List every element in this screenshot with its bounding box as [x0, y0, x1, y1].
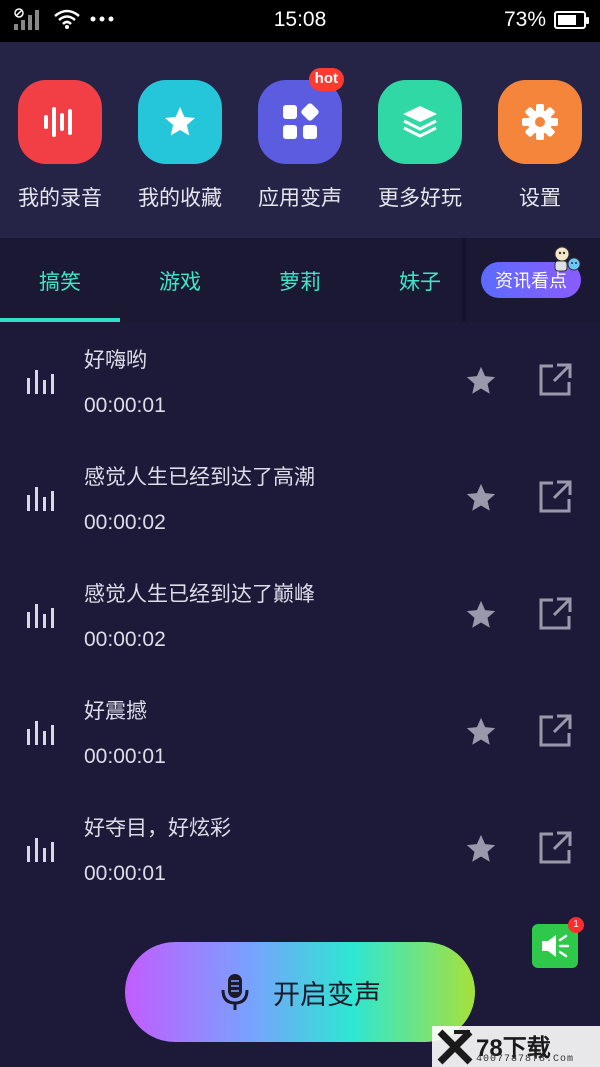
- favorite-star-icon[interactable]: [464, 598, 498, 632]
- audio-bars-icon: [27, 721, 54, 745]
- app-label: 我的收藏: [138, 186, 222, 210]
- share-icon[interactable]: [537, 479, 573, 515]
- audio-bars-icon: [27, 487, 54, 511]
- audio-bars-icon: [27, 370, 54, 394]
- share-icon[interactable]: [537, 830, 573, 866]
- app-label: 我的录音: [18, 186, 102, 210]
- app-tile[interactable]: [378, 80, 462, 164]
- app-tile[interactable]: hot: [258, 68, 344, 164]
- list-item[interactable]: 好嗨哟 00:00:01: [0, 322, 600, 439]
- star-icon: [165, 107, 195, 136]
- audio-bars-icon: [27, 838, 54, 862]
- recording-duration: 00:00:02: [84, 511, 166, 534]
- favorite-star-icon[interactable]: [464, 481, 498, 515]
- tab-funny[interactable]: 搞笑: [0, 266, 120, 296]
- recording-duration: 00:00:01: [84, 394, 166, 417]
- recording-duration: 00:00:01: [84, 745, 166, 768]
- share-icon[interactable]: [537, 713, 573, 749]
- app-my-favorites[interactable]: 我的收藏: [120, 80, 240, 212]
- feature-grid: 我的录音 我的收藏 hot 应用变声 更多好玩 设置: [0, 42, 600, 238]
- status-bar: 15:08 73%: [0, 0, 600, 42]
- notification-badge: 1: [568, 917, 584, 933]
- app-tile[interactable]: [18, 80, 102, 164]
- app-tile[interactable]: [138, 80, 222, 164]
- audio-bars-icon: [27, 604, 54, 628]
- recording-title: 好夺目，好炫彩: [84, 816, 231, 840]
- app-voice-changer[interactable]: hot 应用变声: [240, 68, 360, 212]
- mascot-icon: [554, 246, 581, 272]
- start-button-label: 开启变声: [273, 979, 381, 1011]
- speaker-button[interactable]: 1: [532, 917, 584, 968]
- recording-duration: 00:00:01: [84, 862, 166, 885]
- watermark-url: 4007787878.Com: [476, 1054, 575, 1065]
- list-item[interactable]: 好夺目，好炫彩 00:00:01: [0, 790, 600, 907]
- hot-badge: hot: [308, 68, 344, 91]
- recording-title: 好震撼: [84, 699, 147, 723]
- app-tile[interactable]: [498, 80, 582, 164]
- favorite-star-icon[interactable]: [464, 364, 498, 398]
- tab-loli[interactable]: 萝莉: [240, 266, 360, 296]
- watermark: 78下载 4007787878.Com: [432, 1026, 600, 1067]
- app-label: 应用变声: [258, 186, 342, 210]
- recording-title: 感觉人生已经到达了巅峰: [84, 582, 315, 606]
- category-tabs: 搞笑 游戏 萝莉 妹子 资讯看点: [0, 238, 600, 322]
- recording-title: 感觉人生已经到达了高潮: [84, 465, 315, 489]
- app-settings[interactable]: 设置: [480, 80, 600, 212]
- favorite-star-icon[interactable]: [464, 832, 498, 866]
- speaker-icon: [542, 934, 570, 958]
- battery-icon: [554, 11, 589, 29]
- list-item[interactable]: 感觉人生已经到达了巅峰 00:00:02: [0, 556, 600, 673]
- start-voice-change-button[interactable]: 开启变声: [125, 942, 475, 1042]
- app-more-fun[interactable]: 更多好玩: [360, 80, 480, 212]
- watermark-logo-icon: [437, 1029, 473, 1065]
- app-my-recordings[interactable]: 我的录音: [0, 80, 120, 212]
- layers-icon: [403, 106, 437, 138]
- share-icon[interactable]: [537, 362, 573, 398]
- recording-list: 好嗨哟 00:00:01 感觉人生已经到达了高潮 00:00:02 感觉人生已经…: [0, 322, 600, 907]
- app-label: 设置: [519, 186, 561, 210]
- recording-duration: 00:00:02: [84, 628, 166, 651]
- list-item[interactable]: 感觉人生已经到达了高潮 00:00:02: [0, 439, 600, 556]
- status-right: 73%: [503, 8, 589, 32]
- tab-divider: [462, 238, 466, 322]
- share-icon[interactable]: [537, 596, 573, 632]
- list-item[interactable]: 好震撼 00:00:01: [0, 673, 600, 790]
- microphone-icon: [221, 974, 249, 1010]
- app-label: 更多好玩: [378, 186, 462, 210]
- soundwave-icon: [44, 107, 72, 137]
- battery-percent: 73%: [503, 8, 546, 31]
- tab-games[interactable]: 游戏: [120, 266, 240, 296]
- favorite-star-icon[interactable]: [464, 715, 498, 749]
- apps-grid-icon: [283, 103, 319, 139]
- gear-icon: [522, 104, 558, 140]
- recording-title: 好嗨哟: [84, 348, 147, 372]
